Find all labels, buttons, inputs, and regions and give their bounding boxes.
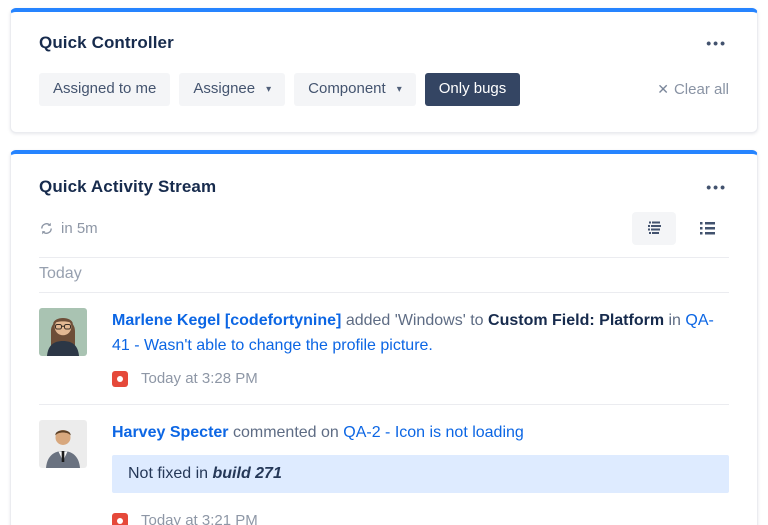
chevron-down-icon: ▾ bbox=[266, 84, 271, 95]
activity-meta: Today at 3:28 PM bbox=[112, 370, 729, 387]
date-group-label: Today bbox=[39, 258, 729, 293]
quick-controller-card: Quick Controller ••• Assigned to me Assi… bbox=[10, 8, 758, 133]
compact-view-button[interactable] bbox=[686, 212, 729, 245]
refresh-icon bbox=[39, 221, 54, 236]
detailed-view-button[interactable] bbox=[632, 212, 676, 245]
bug-issue-type-icon bbox=[112, 371, 128, 387]
activity-item: Harvey Specter commented on QA-2 - Icon … bbox=[39, 405, 729, 525]
actor-link[interactable]: Marlene Kegel [codefortynine] bbox=[112, 312, 341, 329]
quick-controller-header: Quick Controller ••• bbox=[39, 32, 729, 54]
refresh-status[interactable]: in 5m bbox=[39, 220, 98, 237]
activity-stream-header: Quick Activity Stream ••• bbox=[39, 176, 729, 198]
assigned-to-me-label: Assigned to me bbox=[53, 81, 156, 98]
timestamp: Today at 3:21 PM bbox=[141, 512, 258, 525]
activity-item-body: Marlene Kegel [codefortynine] added 'Win… bbox=[112, 308, 729, 388]
avatar-harvey-image bbox=[39, 420, 87, 468]
only-bugs-label: Only bugs bbox=[439, 81, 507, 98]
actor-link[interactable]: Harvey Specter bbox=[112, 424, 229, 441]
avatar[interactable] bbox=[39, 420, 87, 468]
chevron-down-icon: ▾ bbox=[397, 84, 402, 95]
activity-meta: Today at 3:21 PM bbox=[112, 512, 729, 525]
only-bugs-toggle[interactable]: Only bugs bbox=[425, 73, 521, 106]
filter-bar: Assigned to me Assignee ▾ Component ▾ On… bbox=[39, 73, 729, 106]
comment-emphasis-text: build 271 bbox=[213, 465, 282, 482]
activity-stream-title: Quick Activity Stream bbox=[39, 177, 216, 197]
quick-controller-title: Quick Controller bbox=[39, 33, 174, 53]
assigned-to-me-button[interactable]: Assigned to me bbox=[39, 73, 170, 106]
activity-text: Harvey Specter commented on QA-2 - Icon … bbox=[112, 420, 729, 446]
avatar-marlene-image bbox=[39, 308, 87, 356]
comment-text: Not fixed in bbox=[128, 465, 208, 482]
bug-issue-type-icon bbox=[112, 513, 128, 525]
connector-text: in bbox=[669, 312, 681, 329]
activity-text: Marlene Kegel [codefortynine] added 'Win… bbox=[112, 308, 729, 360]
close-icon: ✕ bbox=[657, 81, 669, 98]
action-text: commented on bbox=[233, 424, 339, 441]
detailed-list-icon bbox=[645, 221, 663, 236]
comment-box: Not fixed in build 271 bbox=[112, 455, 729, 493]
refresh-countdown: in 5m bbox=[61, 220, 98, 237]
component-dropdown[interactable]: Component ▾ bbox=[294, 73, 416, 106]
component-label: Component bbox=[308, 81, 386, 98]
list-icon bbox=[699, 221, 716, 236]
issue-link[interactable]: QA-2 - Icon is not loading bbox=[343, 424, 524, 441]
assignee-dropdown[interactable]: Assignee ▾ bbox=[179, 73, 285, 106]
assignee-label: Assignee bbox=[193, 81, 255, 98]
stream-toolbar: in 5m bbox=[39, 212, 729, 257]
more-options-icon[interactable]: ••• bbox=[704, 32, 729, 54]
timestamp: Today at 3:28 PM bbox=[141, 370, 258, 387]
clear-all-button[interactable]: ✕ Clear all bbox=[657, 81, 729, 98]
avatar[interactable] bbox=[39, 308, 87, 356]
dashboard: Quick Controller ••• Assigned to me Assi… bbox=[0, 0, 768, 525]
action-text: added 'Windows' to bbox=[346, 312, 484, 329]
activity-item: Marlene Kegel [codefortynine] added 'Win… bbox=[39, 293, 729, 406]
activity-item-body: Harvey Specter commented on QA-2 - Icon … bbox=[112, 420, 729, 525]
view-switch bbox=[632, 212, 729, 245]
more-options-icon[interactable]: ••• bbox=[704, 176, 729, 198]
field-name: Custom Field: Platform bbox=[488, 312, 664, 329]
quick-activity-stream-card: Quick Activity Stream ••• in 5m bbox=[10, 150, 758, 525]
clear-all-label: Clear all bbox=[674, 81, 729, 98]
activity-stream-list: Today Mar bbox=[39, 257, 729, 525]
